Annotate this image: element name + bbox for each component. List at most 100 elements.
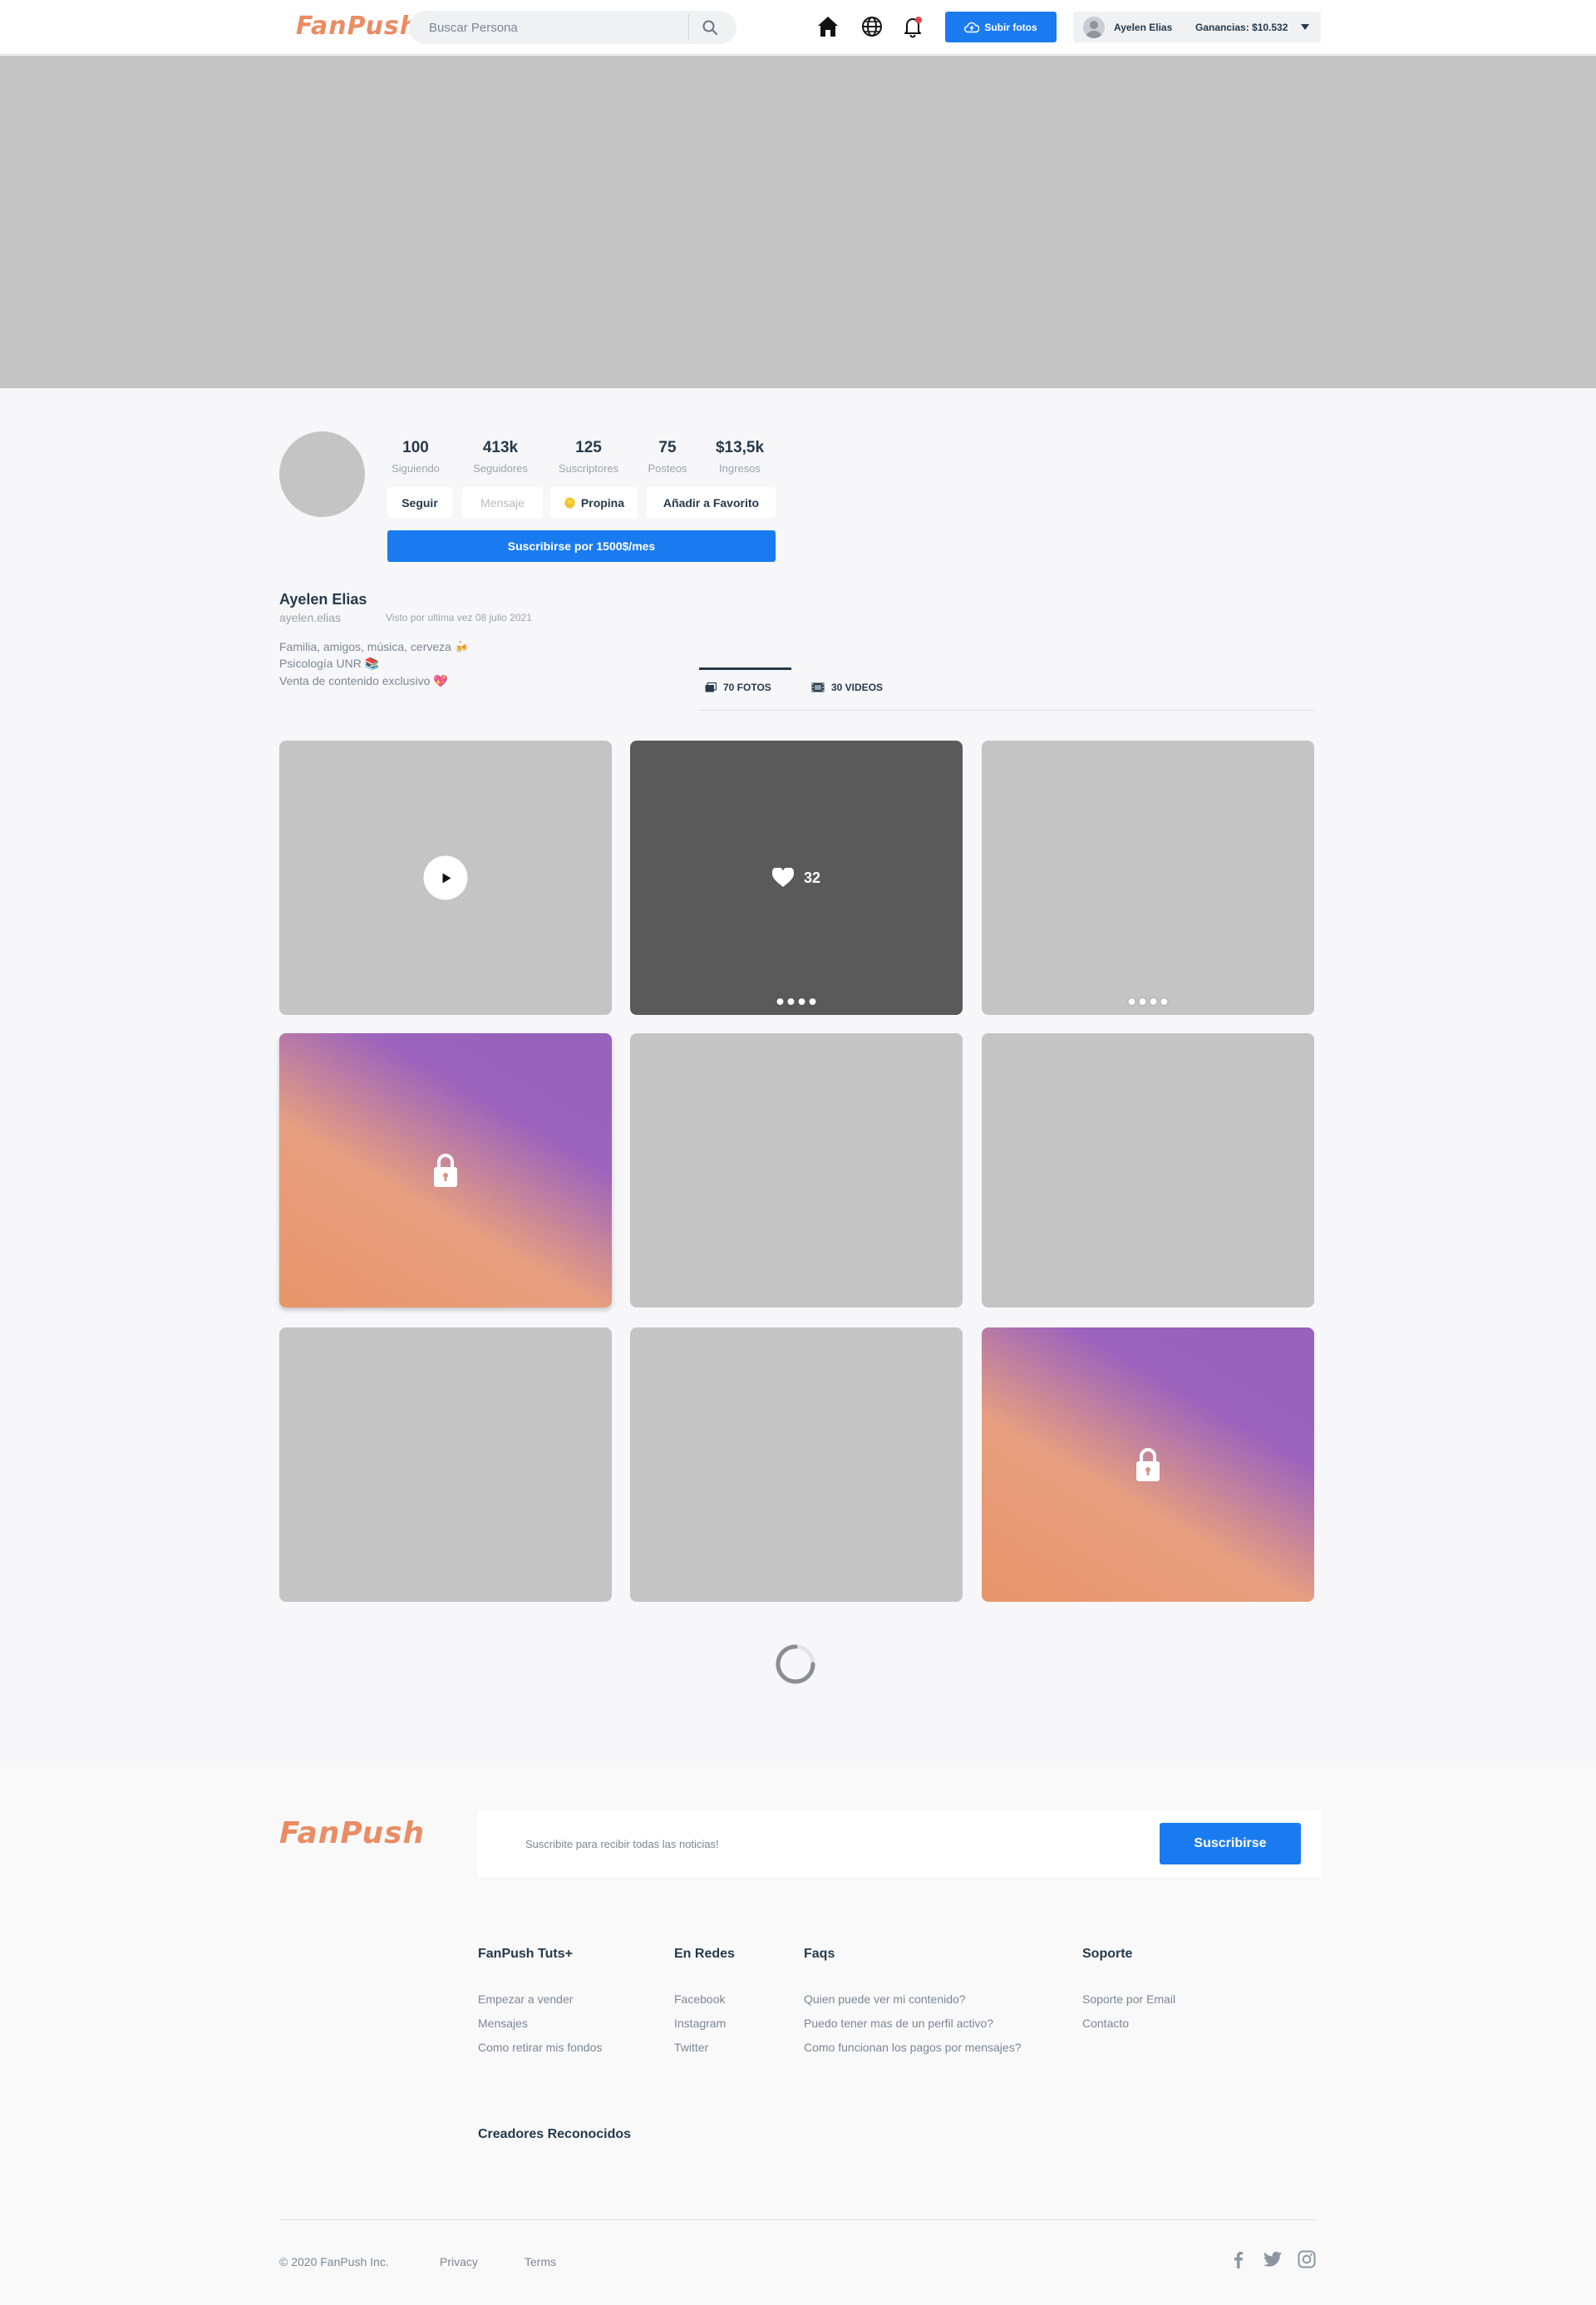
- likes-overlay: 32: [771, 868, 821, 888]
- search-icon[interactable]: [702, 19, 718, 36]
- newsletter-subscribe-button[interactable]: Suscribirse: [1160, 1823, 1301, 1864]
- loading-spinner-icon: [776, 1644, 815, 1684]
- media-tile[interactable]: [630, 1033, 963, 1308]
- play-icon: [442, 873, 451, 883]
- stat-income: $13,5k Ingresos: [702, 439, 777, 475]
- bio-line: Familia, amigos, música, cerveza 🍻: [279, 640, 470, 653]
- recognized-creators-title: Creadores Reconocidos: [478, 2127, 632, 2141]
- footer-divider: [279, 2219, 1317, 2220]
- footer-link[interactable]: Twitter: [674, 2041, 708, 2054]
- photos-icon: [705, 682, 717, 692]
- gallery-dots: [1128, 998, 1168, 1005]
- tab-photos[interactable]: 70 FOTOS: [705, 682, 771, 693]
- profile-name: Ayelen Elias: [279, 591, 367, 608]
- media-tile[interactable]: [630, 1327, 963, 1602]
- tab-photos-label: 70 FOTOS: [723, 682, 771, 693]
- stat-label: Posteos: [648, 462, 687, 475]
- stat-value: $13,5k: [715, 439, 765, 456]
- lock-icon: [1136, 1448, 1160, 1481]
- tabs-divider: [699, 710, 1314, 711]
- bell-icon[interactable]: [900, 14, 925, 39]
- media-tile-locked[interactable]: [982, 1327, 1314, 1602]
- media-tile-video[interactable]: [279, 741, 612, 1015]
- earnings-label: Ganancias: $10.532: [1195, 22, 1288, 33]
- footer-link[interactable]: Mensajes: [478, 2017, 528, 2030]
- cover-image: [0, 56, 1596, 388]
- terms-link[interactable]: Terms: [525, 2255, 556, 2268]
- stat-label: Suscriptores: [558, 462, 619, 475]
- chevron-down-icon[interactable]: [1301, 24, 1309, 30]
- home-icon[interactable]: [815, 14, 840, 39]
- footer-col-title: FanPush Tuts+: [478, 1947, 573, 1961]
- tip-button[interactable]: 🪙 Propina: [550, 487, 638, 518]
- stat-label: Siguiendo: [392, 462, 440, 475]
- stat-value: 75: [658, 439, 677, 456]
- footer-link[interactable]: Quien puede ver mi contenido?: [804, 1992, 966, 2006]
- lock-icon: [434, 1154, 457, 1187]
- footer-link[interactable]: Como funcionan los pagos por mensajes?: [804, 2041, 1022, 2054]
- heart-icon: [771, 868, 794, 887]
- newsletter-email-input[interactable]: [525, 1831, 1107, 1856]
- footer-col-title: Faqs: [804, 1947, 835, 1961]
- add-favorite-button[interactable]: Añadir a Favorito: [647, 487, 776, 518]
- search-bar: [409, 11, 736, 44]
- footer-link[interactable]: Soporte por Email: [1082, 1992, 1175, 2006]
- subscribe-button[interactable]: Suscribirse por 1500$/mes: [387, 530, 776, 562]
- footer-link[interactable]: Instagram: [674, 2017, 726, 2030]
- fanpush-footer-logo[interactable]: FanPush: [279, 1816, 425, 1850]
- bio-line: Psicología UNR 📚: [279, 657, 380, 670]
- footer-link[interactable]: Puedo tener mas de un perfil activo?: [804, 2017, 993, 2030]
- user-avatar-icon: [1083, 17, 1105, 38]
- stat-value: 125: [575, 439, 602, 456]
- stat-value: 413k: [482, 439, 519, 456]
- instagram-icon[interactable]: [1297, 2249, 1317, 2269]
- facebook-icon[interactable]: [1229, 2249, 1249, 2269]
- message-button[interactable]: Mensaje: [462, 487, 543, 518]
- stat-subscribers[interactable]: 125 Suscriptores: [551, 439, 626, 475]
- footer-link[interactable]: Contacto: [1082, 2017, 1129, 2030]
- media-tile[interactable]: [279, 1327, 612, 1602]
- gallery-dots: [776, 998, 816, 1005]
- footer-link[interactable]: Facebook: [674, 1992, 725, 2006]
- active-tab-indicator: [699, 667, 791, 670]
- footer-col-title: En Redes: [674, 1947, 735, 1961]
- coin-icon: 🪙: [563, 496, 576, 509]
- last-seen: Visto por ultima vez 08 julio 2021: [386, 612, 532, 623]
- stat-posts[interactable]: 75 Posteos: [630, 439, 705, 475]
- stat-followers[interactable]: 413k Seguidores: [463, 439, 538, 475]
- user-menu[interactable]: Ayelen Elias Ganancias: $10.532: [1073, 12, 1321, 42]
- media-tile-gallery[interactable]: [982, 741, 1314, 1015]
- footer-col-title: Soporte: [1082, 1947, 1133, 1961]
- play-button[interactable]: [423, 855, 468, 900]
- stat-label: Ingresos: [719, 462, 761, 475]
- tip-label: Propina: [580, 495, 625, 510]
- upload-label: Subir fotos: [984, 21, 1037, 33]
- globe-icon[interactable]: [860, 14, 884, 39]
- search-input[interactable]: [429, 11, 678, 44]
- tab-videos-label: 30 VIDEOS: [831, 682, 884, 693]
- footer-link[interactable]: Empezar a vender: [478, 1992, 573, 2006]
- twitter-icon[interactable]: [1263, 2249, 1283, 2269]
- likes-count: 32: [803, 869, 821, 886]
- profile-avatar: [279, 431, 365, 517]
- tab-videos[interactable]: 30 VIDEOS: [811, 682, 883, 693]
- film-icon: [811, 682, 825, 692]
- profile-handle: ayelen.elias: [279, 611, 341, 624]
- stat-following[interactable]: 100 Siguiendo: [378, 439, 453, 475]
- copyright: © 2020 FanPush Inc.: [279, 2255, 389, 2268]
- media-tile[interactable]: [982, 1033, 1314, 1308]
- media-tile-hovered[interactable]: 32: [630, 741, 963, 1015]
- cloud-upload-icon: [964, 22, 980, 32]
- stat-label: Seguidores: [473, 462, 528, 475]
- media-tile-locked[interactable]: [279, 1033, 612, 1308]
- privacy-link[interactable]: Privacy: [440, 2255, 478, 2268]
- search-divider: [688, 14, 689, 41]
- follow-button[interactable]: Seguir: [387, 487, 452, 518]
- bio-line: Venta de contenido exclusivo 💖: [279, 674, 448, 687]
- user-name: Ayelen Elias: [1114, 22, 1173, 33]
- fanpush-logo[interactable]: FanPush: [296, 12, 418, 41]
- upload-photos-button[interactable]: Subir fotos: [945, 12, 1057, 42]
- footer-link[interactable]: Como retirar mis fondos: [478, 2041, 602, 2054]
- stat-value: 100: [402, 439, 429, 456]
- top-navbar: FanPush Subir fotos Ayelen Elias Gananci…: [0, 0, 1596, 55]
